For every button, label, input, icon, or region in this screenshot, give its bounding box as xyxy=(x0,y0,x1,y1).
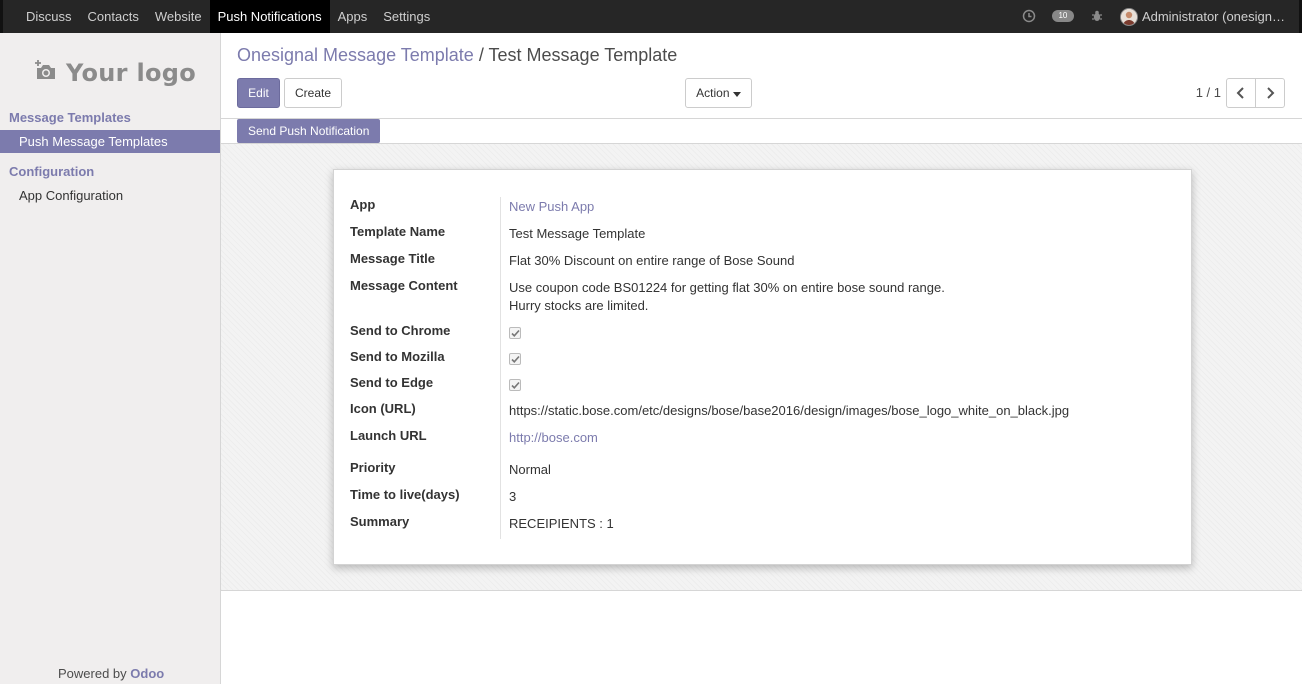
company-logo[interactable]: Your logo xyxy=(34,55,196,91)
powered-by-text: Powered by xyxy=(58,666,127,681)
menu-push-notifications[interactable]: Push Notifications xyxy=(209,0,330,33)
sidebar-item-app-configuration[interactable]: App Configuration xyxy=(0,184,220,207)
checkbox-send-to-mozilla xyxy=(509,353,521,365)
field-divider xyxy=(500,197,501,539)
field-template-name: Test Message Template xyxy=(509,226,646,241)
label-summary: Summary xyxy=(350,514,410,529)
checkbox-send-to-edge xyxy=(509,379,521,391)
menu-website[interactable]: Website xyxy=(147,0,210,33)
messages-icon[interactable]: 10 xyxy=(1051,9,1074,24)
camera-icon xyxy=(34,59,58,87)
menu-apps[interactable]: Apps xyxy=(330,0,376,33)
label-launch-url: Launch URL xyxy=(350,428,427,443)
field-launch-url[interactable]: http://bose.com xyxy=(509,430,598,445)
pager-value[interactable]: 1 / 1 xyxy=(1196,85,1221,100)
check-icon xyxy=(511,355,520,363)
label-send-to-chrome: Send to Chrome xyxy=(350,323,451,338)
label-send-to-mozilla: Send to Mozilla xyxy=(350,349,445,364)
menu-settings[interactable]: Settings xyxy=(375,0,438,33)
form-statusbar: Send Push Notification xyxy=(221,119,1302,144)
sidebar: Your logo Message Templates Push Message… xyxy=(0,33,221,684)
menu-discuss[interactable]: Discuss xyxy=(18,0,80,33)
check-icon xyxy=(511,381,520,389)
field-message-title: Flat 30% Discount on entire range of Bos… xyxy=(509,253,795,268)
field-message-content-line2: Hurry stocks are limited. xyxy=(509,298,649,313)
action-label: Action xyxy=(696,86,730,100)
send-push-notification-button[interactable]: Send Push Notification xyxy=(237,119,381,143)
section-configuration[interactable]: Configuration xyxy=(9,164,94,179)
sidebar-item-push-message-templates[interactable]: Push Message Templates xyxy=(0,130,220,153)
logo-text: Your logo xyxy=(66,59,197,87)
field-icon-url: https://static.bose.com/etc/designs/bose… xyxy=(509,403,1070,418)
label-time-to-live: Time to live(days) xyxy=(350,487,460,502)
field-summary: RECEIPIENTS : 1 xyxy=(509,516,614,531)
caret-down-icon xyxy=(732,86,741,100)
create-button[interactable]: Create xyxy=(284,78,342,108)
label-send-to-edge: Send to Edge xyxy=(350,375,434,390)
action-dropdown[interactable]: Action xyxy=(685,78,752,108)
form-view: App New Push App Template Name Test Mess… xyxy=(221,144,1302,591)
user-name: Administrator (onesign… xyxy=(1141,9,1285,24)
bug-icon[interactable] xyxy=(1090,9,1106,25)
label-priority: Priority xyxy=(350,460,396,475)
field-priority: Normal xyxy=(509,462,551,477)
pager-previous-button[interactable] xyxy=(1226,78,1256,108)
breadcrumb: Onesignal Message Template / Test Messag… xyxy=(237,45,677,66)
label-template-name: Template Name xyxy=(350,224,446,239)
systray: 10 Administrator (onesign… xyxy=(1022,0,1285,33)
breadcrumb-current: Test Message Template xyxy=(488,45,678,65)
label-app: App xyxy=(350,197,376,212)
field-app[interactable]: New Push App xyxy=(509,199,594,214)
check-icon xyxy=(511,329,520,337)
edit-button[interactable]: Edit xyxy=(237,78,280,108)
app-menu: Discuss Contacts Website Push Notificati… xyxy=(18,0,438,33)
powered-by: Powered by Odoo xyxy=(58,666,164,681)
clock-icon[interactable] xyxy=(1022,9,1038,25)
user-menu[interactable]: Administrator (onesign… xyxy=(1119,7,1285,26)
powered-by-brand[interactable]: Odoo xyxy=(130,666,164,681)
checkbox-send-to-chrome xyxy=(509,327,521,339)
form-sheet: App New Push App Template Name Test Mess… xyxy=(333,169,1192,565)
field-time-to-live: 3 xyxy=(509,489,517,504)
label-icon-url: Icon (URL) xyxy=(350,401,416,416)
pager-next-button[interactable] xyxy=(1255,78,1285,108)
control-panel: Onesignal Message Template / Test Messag… xyxy=(221,33,1302,119)
breadcrumb-separator: / xyxy=(478,45,484,65)
label-message-title: Message Title xyxy=(350,251,436,266)
messages-count-badge: 10 xyxy=(1051,9,1074,22)
field-message-content-line1: Use coupon code BS01224 for getting flat… xyxy=(509,280,945,295)
section-message-templates[interactable]: Message Templates xyxy=(9,110,131,125)
avatar xyxy=(1119,7,1138,26)
breadcrumb-parent[interactable]: Onesignal Message Template xyxy=(237,45,474,65)
top-navbar: Discuss Contacts Website Push Notificati… xyxy=(0,0,1302,33)
label-message-content: Message Content xyxy=(350,278,458,293)
menu-contacts[interactable]: Contacts xyxy=(80,0,147,33)
